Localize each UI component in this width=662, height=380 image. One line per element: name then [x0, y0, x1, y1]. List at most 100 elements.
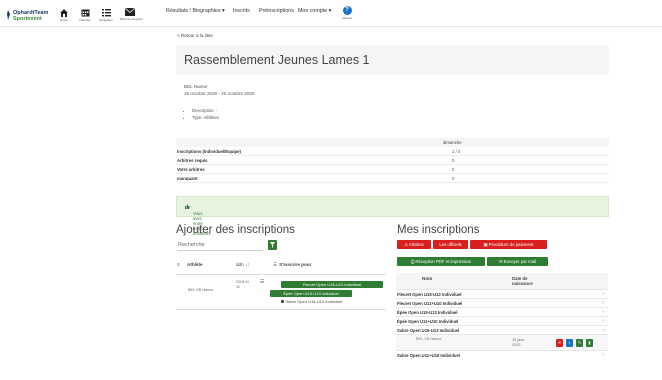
table-row: manquant 0	[176, 174, 609, 183]
nav-rankings[interactable]: Ranglisten	[96, 8, 116, 24]
stats-header: dimanche	[176, 138, 609, 147]
table-row: Votre arbitres 0	[176, 165, 609, 174]
filter-button[interactable]	[268, 240, 277, 250]
list-icon	[101, 9, 111, 17]
table-row[interactable]: Fleuret Open U15-U13 Individuel ›	[396, 289, 608, 298]
event-name: Épée Open U11+U10 Individuel	[397, 319, 459, 324]
stats-day-header: dimanche	[443, 140, 462, 145]
register-foil-button[interactable]: Fleuret Open U15-U13 Individuel	[281, 281, 383, 288]
mail-icon	[125, 8, 135, 16]
delete-button[interactable]: ✕	[556, 339, 563, 347]
my-registrations-table: Nom Date de naissance Fleuret Open U15-U…	[396, 273, 608, 359]
document-icon: ▮	[588, 340, 591, 345]
info-button[interactable]: i	[566, 339, 573, 347]
col-dob[interactable]: ddn ↓↑	[236, 262, 250, 267]
menu-registered[interactable]: Inscrits	[233, 8, 250, 14]
back-link[interactable]: < Retour à la liste	[177, 33, 213, 38]
add-registrations-heading: Ajouter des inscriptions	[176, 224, 295, 236]
edit-button[interactable]: ✎	[576, 339, 583, 347]
edit-icon: ✎	[577, 340, 582, 345]
col-name[interactable]: Nom	[422, 276, 432, 281]
table-row[interactable]: Épée Open U15-U13 Individuel ›	[396, 307, 608, 316]
event-name: Épée Open U15-U13 Individuel	[397, 310, 458, 315]
referees-button-label: Arbitres	[409, 242, 424, 247]
logo-text-line2: Sportevent	[13, 16, 42, 22]
table-row[interactable]: Fleuret Open U11+U10 Individuel ›	[396, 298, 608, 307]
col-sort[interactable]: ≡	[177, 262, 180, 267]
table-row[interactable]: Sabre Open U11+U10 Individuel ›	[396, 350, 608, 359]
nav-inbox-label: Boîte de réception	[120, 17, 143, 21]
event-name: Sabre Open U15-U13 Individuel	[397, 328, 460, 333]
event-name: Fleuret Open U11+U10 Individuel	[397, 301, 463, 306]
table-row[interactable]: Épée Open U11+U10 Individuel ›	[396, 316, 608, 325]
registered-birthdate: 15 janv. 2005	[512, 338, 526, 347]
col-register-for: ☰ S'inscrire pour	[273, 262, 311, 268]
event-club: BEL Namur	[184, 84, 208, 89]
delete-icon: ✕	[557, 340, 562, 345]
register-sabre-option[interactable]: Sabre Open U15-U13 Individuel	[281, 299, 342, 305]
table-row: Inscriptions (Individuel/Équipe) 1 / 0	[176, 147, 609, 156]
menu-preregistrations[interactable]: Préinscriptions	[259, 8, 294, 14]
stats-value: 1 / 0	[452, 149, 461, 154]
pdf-button-label: Réception PDF et impression	[415, 259, 472, 264]
info-icon: i	[569, 340, 570, 345]
payment-button-label: Procédure de paiement	[488, 242, 534, 247]
event-info: BEL Namur 25 octobre 2020 - 25 octobre 2…	[176, 75, 609, 135]
help-manual[interactable]: ? Manuel	[341, 6, 353, 20]
athlete-dob: 2004 M 11	[236, 280, 249, 289]
radio-icon	[281, 300, 284, 304]
stats-label: Inscriptions (Individuel/Équipe)	[177, 149, 241, 154]
list-item: BEL VB Namur 15 janv. 2005 ✕ i ✎ ▮	[396, 334, 608, 350]
send-email-button[interactable]: ✉ Envoyer par mail	[487, 257, 548, 266]
nav-home[interactable]: Home	[54, 8, 74, 24]
thumbs-up-icon	[185, 204, 190, 209]
logo-mark-icon	[7, 10, 10, 20]
referees-button[interactable]: ⚔ Arbitres	[397, 240, 431, 249]
help-label: Manuel	[342, 16, 352, 20]
stats-value: 0	[452, 176, 455, 181]
event-details-list: Description: - Type: Athlètes	[192, 108, 219, 122]
logo[interactable]: OphardtTeam Sportevent	[6, 9, 52, 23]
table-row[interactable]: Sabre Open U15-U13 Individuel ›	[396, 325, 608, 334]
menu-my-account[interactable]: Mon compte ▾	[298, 8, 331, 14]
stats-value: 0	[452, 158, 455, 163]
top-navbar: OphardtTeam Sportevent Home Kalender Ran…	[0, 0, 662, 27]
filter-icon	[270, 242, 275, 248]
event-title: Rassemblement Jeunes Lames 1	[184, 53, 370, 67]
table-row: Arbitres requis 0	[176, 156, 609, 165]
col-athlete[interactable]: Athlète	[187, 262, 203, 267]
nav-inbox[interactable]: Boîte de réception	[120, 8, 143, 24]
event-dates: 25 octobre 2020 - 25 octobre 2020	[184, 91, 255, 96]
register-epee-button[interactable]: Épée Open U15-U13 Individuel	[270, 290, 352, 297]
registration-stats-table: dimanche Inscriptions (Individuel/Équipe…	[176, 138, 609, 183]
chevron-down-icon: ›	[600, 329, 607, 331]
menu-results[interactable]: Résultats / Biographies ▾	[166, 8, 225, 14]
event-name: Sabre Open U11+U10 Individuel	[397, 353, 460, 358]
nav-calendar[interactable]: Kalender	[75, 8, 95, 24]
nav-rankings-label: Ranglisten	[99, 18, 113, 22]
col-birthdate[interactable]: Date de naissance	[512, 276, 542, 286]
search-input[interactable]: Recherche	[177, 240, 263, 251]
register-sabre-label: Sabre Open U15-U13 Individuel	[285, 299, 343, 304]
nav-calendar-label: Kalender	[79, 18, 91, 22]
chevron-icon: ›	[602, 318, 604, 324]
registered-athlete: BEL VB Namur	[416, 337, 442, 341]
help-icon: ?	[342, 6, 352, 15]
home-icon	[60, 9, 68, 17]
calendar-icon	[81, 9, 89, 17]
my-table-header: Nom Date de naissance	[396, 273, 608, 289]
event-description: Description: -	[192, 108, 219, 113]
event-title-panel: Rassemblement Jeunes Lames 1	[176, 45, 609, 75]
success-alert-text: Vous avez entré assez d'arbitres.	[185, 204, 212, 236]
pdf-print-button[interactable]: ⎙ Réception PDF et impression	[397, 257, 485, 266]
event-type: Type: Athlètes	[192, 115, 219, 120]
payment-procedure-button[interactable]: ▣ Procédure de paiement	[470, 240, 547, 249]
success-alert: Vous avez entré assez d'arbitres.	[176, 196, 609, 236]
chevron-icon: ›	[602, 291, 604, 297]
document-button[interactable]: ▮	[586, 339, 593, 347]
officials-button[interactable]: Les officiels	[433, 240, 468, 249]
chevron-icon: ›	[602, 300, 604, 306]
stats-label: Arbitres requis	[177, 158, 208, 163]
chevron-icon: ›	[602, 352, 604, 358]
email-button-label: Envoyer par mail	[503, 259, 537, 264]
